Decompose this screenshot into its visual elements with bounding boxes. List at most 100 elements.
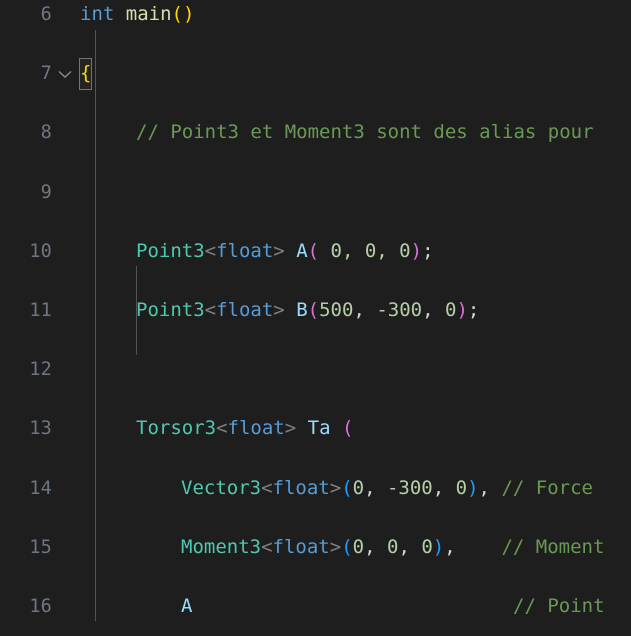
token-paren-open: (: [171, 3, 183, 25]
code-text: Point3<float> A( 0, 0, 0);: [136, 237, 434, 267]
token-comment: // Force: [501, 476, 593, 499]
token-semicolon: ;: [467, 298, 480, 321]
token-paren-open: (: [341, 417, 354, 440]
code-line[interactable]: 7 {: [0, 58, 631, 90]
token-separator: ,: [364, 535, 387, 558]
code-line[interactable]: 16 A // Point: [0, 592, 631, 622]
token-number: 0: [421, 535, 433, 558]
code-line[interactable]: 8 // Point3 et Moment3 sont des alias po…: [0, 118, 631, 148]
code-text-comment: // Point: [513, 592, 605, 622]
chevron-down-icon[interactable]: [58, 0, 74, 79]
token-angle-open: <: [261, 535, 273, 558]
line-number[interactable]: 10: [0, 237, 52, 267]
token-angle-open: <: [216, 417, 228, 440]
token-angle-close: >: [329, 535, 342, 558]
token-angle-open: <: [204, 239, 217, 262]
token-comment: // Point: [513, 594, 605, 617]
token-paren-close: ): [410, 239, 423, 262]
token-separator: ,: [422, 298, 445, 321]
line-number[interactable]: 7: [0, 59, 52, 89]
token-keyword-float: float: [272, 476, 330, 499]
token-semicolon: ;: [422, 239, 434, 262]
token-comma: ,: [444, 535, 456, 558]
token-paren-close: ): [467, 476, 479, 499]
token-function-main: main: [125, 3, 172, 25]
token-type-moment3: Moment3: [181, 535, 262, 558]
token-angle-close: >: [284, 417, 297, 440]
code-text: Vector3<float>(0, -300, 0), // Force: [181, 474, 593, 504]
code-line[interactable]: 14 Vector3<float>(0, -300, 0), // Force: [0, 474, 631, 504]
token-paren-close: ): [432, 535, 445, 558]
code-text: int main(): [80, 0, 194, 30]
token-number: 500: [319, 298, 354, 321]
code-line[interactable]: 10 Point3<float> A( 0, 0, 0);: [0, 237, 631, 267]
token-paren-close: ): [456, 298, 468, 321]
token-angle-open: <: [261, 476, 273, 499]
code-line[interactable]: 11 Point3<float> B(500, -300, 0);: [0, 296, 631, 326]
token-number: 0: [352, 476, 365, 499]
token-paren-close: ): [183, 3, 195, 25]
line-number[interactable]: 14: [0, 474, 52, 504]
code-text: // Point3 et Moment3 sont des alias pour: [136, 118, 594, 148]
code-line[interactable]: 12: [0, 355, 631, 385]
token-number: -300: [376, 298, 423, 321]
code-text: Point3<float> B(500, -300, 0);: [136, 296, 479, 326]
token-separator: ,: [398, 535, 422, 558]
code-line[interactable]: 13 Torsor3<float> Ta (: [0, 414, 631, 444]
token-variable-ta: Ta: [307, 417, 331, 440]
line-number[interactable]: 16: [0, 592, 52, 622]
token-number: -300: [386, 476, 433, 499]
token-type-torsor3: Torsor3: [136, 417, 217, 440]
token-keyword-float: float: [216, 239, 274, 262]
token-comment: // Moment: [501, 535, 605, 558]
code-line[interactable]: 9: [0, 178, 631, 208]
token-comma: ,: [478, 476, 490, 499]
code-line[interactable]: 6 int main(): [0, 0, 631, 79]
line-number[interactable]: 12: [0, 355, 52, 385]
token-paren-open: (: [307, 239, 320, 262]
code-text: A: [181, 592, 192, 622]
token-separator: ,: [364, 476, 387, 499]
token-number: 0: [352, 535, 365, 558]
token-paren-open: (: [341, 535, 353, 558]
token-paren-open: (: [341, 476, 353, 499]
token-separator: ,: [353, 298, 377, 321]
code-line[interactable]: 15 Moment3<float>(0, 0, 0), // Moment: [0, 533, 631, 563]
code-text: Torsor3<float> Ta (: [136, 414, 353, 444]
token-separator: ,: [432, 476, 456, 499]
code-editor-view[interactable]: 6 int main() 7 { 8 // Point3 et Moment3 …: [0, 0, 631, 636]
token-keyword-float: float: [216, 298, 274, 321]
token-type-point3: Point3: [136, 298, 205, 321]
token-angle-close: >: [329, 476, 342, 499]
token-keyword-float: float: [272, 535, 330, 558]
line-number[interactable]: 13: [0, 414, 52, 444]
line-number[interactable]: 8: [0, 118, 52, 148]
token-angle-open: <: [204, 298, 217, 321]
code-text: {: [78, 58, 93, 90]
token-paren-open: (: [307, 298, 320, 321]
bracket-match-open-brace: {: [78, 58, 93, 90]
token-angle-close: >: [273, 239, 285, 262]
token-type-vector3: Vector3: [181, 476, 262, 499]
token-keyword-float: float: [227, 417, 285, 440]
token-number: 0: [444, 298, 457, 321]
token-variable-a: A: [296, 239, 308, 262]
token-number: 0: [386, 535, 399, 558]
token-comment: // Point3 et Moment3 sont des alias pour: [136, 121, 594, 144]
token-variable-b: B: [296, 298, 308, 321]
line-number[interactable]: 6: [0, 0, 52, 30]
token-variable-a: A: [181, 594, 193, 617]
line-number[interactable]: 15: [0, 533, 52, 563]
line-number[interactable]: 9: [0, 178, 52, 208]
token-angle-close: >: [273, 298, 285, 321]
code-text: Moment3<float>(0, 0, 0), // Moment: [181, 533, 604, 563]
line-number[interactable]: 11: [0, 296, 52, 326]
token-number: 0: [455, 476, 468, 499]
token-type-point3: Point3: [136, 239, 205, 262]
